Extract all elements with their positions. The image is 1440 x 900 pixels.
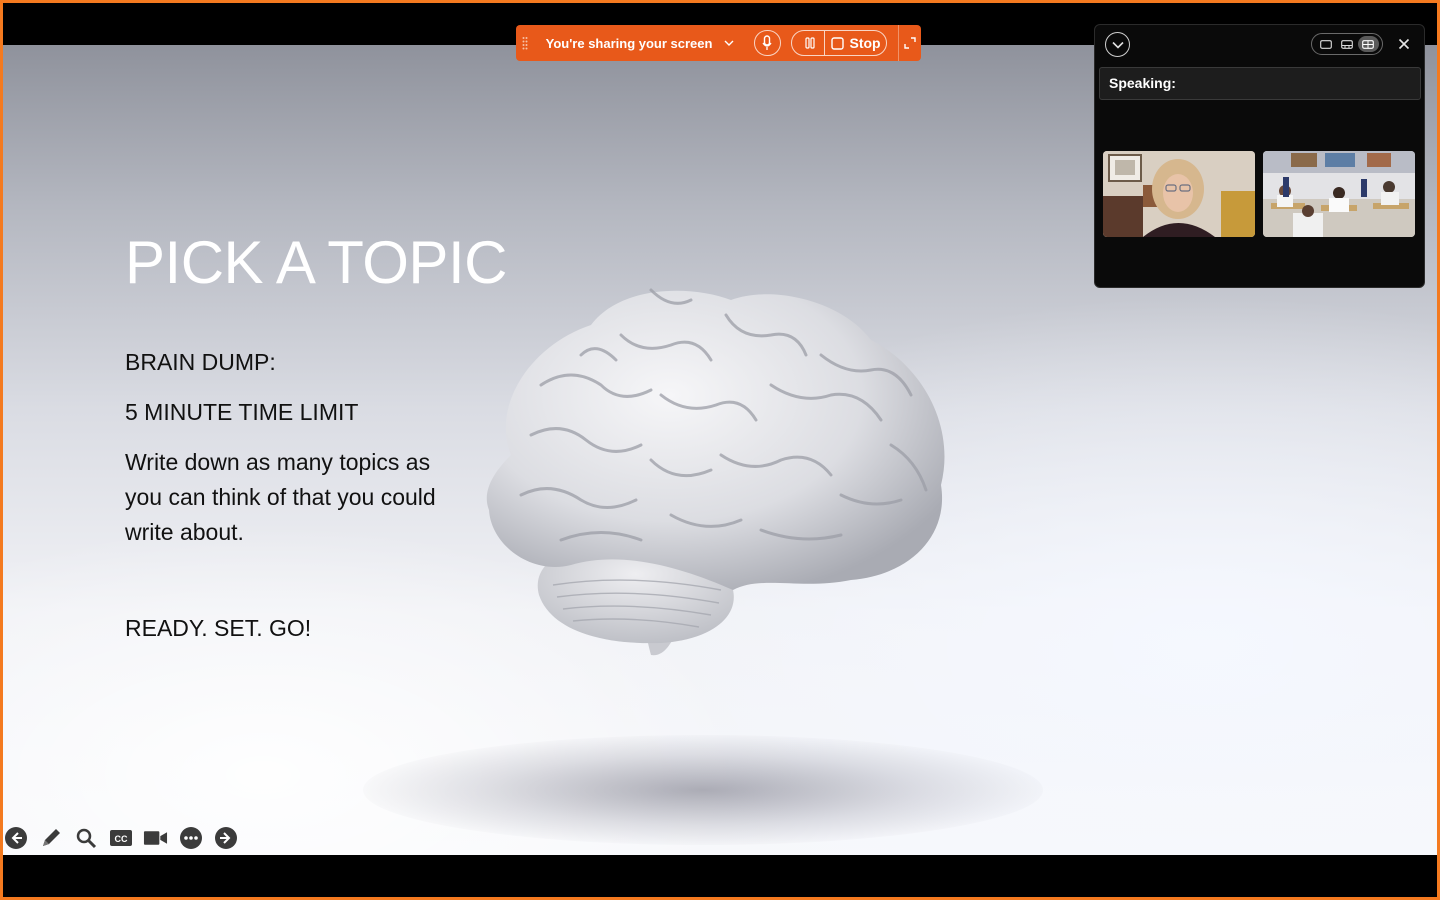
gallery-view-icon[interactable]: [1357, 36, 1379, 52]
close-icon[interactable]: [1393, 33, 1415, 55]
expand-icon[interactable]: [899, 37, 921, 49]
pause-stop-group: Stop: [790, 30, 887, 56]
microphone-icon: [762, 35, 772, 50]
speaking-indicator: Speaking:: [1099, 67, 1421, 100]
pause-icon: [805, 37, 815, 49]
sharing-status-label: You're sharing your screen: [545, 35, 713, 51]
slide-line-brain-dump: BRAIN DUMP:: [125, 349, 276, 375]
slide-line-instructions: Write down as many topics as you can thi…: [125, 449, 436, 545]
video-panel: Speaking:: [1094, 24, 1425, 288]
magnifier-icon[interactable]: [73, 825, 98, 850]
chevron-down-icon[interactable]: [724, 36, 738, 50]
closed-captions-icon[interactable]: CC: [108, 825, 133, 850]
grip-icon[interactable]: [516, 25, 534, 61]
brain-image: [486, 288, 945, 656]
stop-share-button[interactable]: Stop: [825, 35, 881, 51]
slide-line-time-limit: 5 MINUTE TIME LIMIT: [125, 399, 359, 425]
view-toggle-group: [1311, 33, 1383, 55]
stop-label: Stop: [849, 35, 881, 51]
pause-button[interactable]: [797, 31, 825, 55]
participant-video-tile[interactable]: [1103, 151, 1255, 237]
slide-line-ready-set-go: READY. SET. GO!: [125, 615, 312, 641]
single-view-icon[interactable]: [1315, 36, 1336, 52]
bottom-bar-area: [0, 855, 1440, 900]
participant-video-tile[interactable]: [1263, 151, 1415, 237]
stop-icon: [830, 36, 844, 50]
slide-toolbar: CC: [3, 825, 238, 850]
video-camera-icon[interactable]: [143, 825, 168, 850]
screen-share-bar: You're sharing your screen Stop: [516, 25, 921, 61]
microphone-button[interactable]: [754, 30, 781, 56]
arrow-right-icon[interactable]: [213, 825, 238, 850]
slide-title: PICK A TOPIC: [125, 229, 507, 296]
speaker-view-icon[interactable]: [1336, 36, 1357, 52]
svg-text:CC: CC: [114, 834, 127, 844]
arrow-left-icon[interactable]: [3, 825, 28, 850]
pen-icon[interactable]: [38, 825, 63, 850]
more-icon[interactable]: [178, 825, 203, 850]
share-bar-divider: [897, 25, 899, 61]
brain-shadow: [363, 735, 1043, 845]
chevron-down-icon[interactable]: [1105, 32, 1130, 57]
